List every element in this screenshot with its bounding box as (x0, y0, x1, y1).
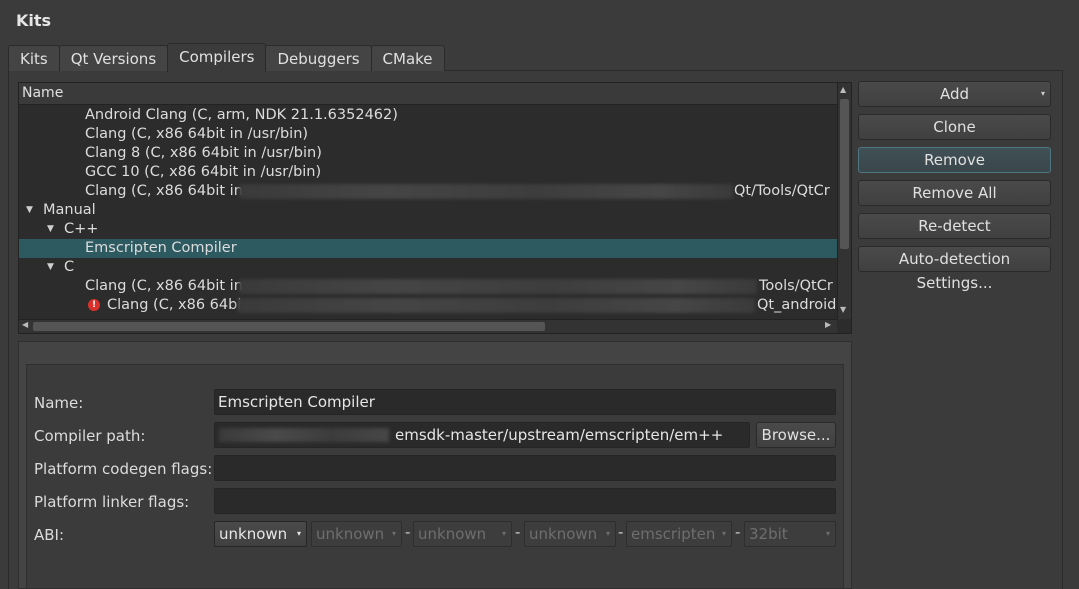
platform-linker-flags-label: Platform linker flags: (34, 493, 190, 511)
add-button[interactable]: Add ▾ (858, 81, 1051, 107)
tree-row-cpp[interactable]: ▼ C++ (19, 220, 837, 239)
tree-row-label: C (64, 259, 75, 275)
tree-row-label: Clang (C, x86 64bit in /usr/bin) (85, 126, 309, 142)
compiler-path-value: emsdk-master/upstream/emscripten/em++ (395, 426, 724, 444)
abi-os-flavor-value: emscripten (631, 525, 716, 543)
dropdown-arrow-icon: ▾ (501, 529, 506, 538)
tab-qt-versions[interactable]: Qt Versions (58, 45, 169, 71)
dropdown-arrow-icon: ▾ (721, 529, 726, 538)
platform-linker-flags-field[interactable] (214, 488, 836, 514)
tab-bar: Kits Qt Versions Compilers Debuggers CMa… (8, 43, 445, 72)
expand-arrow-icon[interactable]: ▼ (47, 220, 54, 239)
tab-kits[interactable]: Kits (8, 45, 60, 71)
tab-compilers[interactable]: Compilers (167, 43, 267, 72)
tree-row[interactable]: Clang (C, x86 64bit in Qt/Tools/QtCr (19, 182, 837, 201)
redacted-path (239, 279, 757, 294)
tree-row[interactable]: Clang (C, x86 64bit in Tools/QtCr (19, 277, 837, 296)
abi-flavor-value: unknown (418, 525, 487, 543)
remove-button[interactable]: Remove (858, 147, 1051, 173)
platform-codegen-flags-field[interactable] (214, 455, 836, 481)
abi-architecture-select[interactable]: unknown ▾ (214, 521, 307, 547)
tree-row-suffix: Tools/QtCr (759, 278, 833, 294)
clone-button[interactable]: Clone (858, 114, 1051, 140)
scroll-up-icon[interactable]: ▲ (840, 85, 846, 94)
platform-codegen-flags-label: Platform codegen flags: (34, 460, 213, 478)
dropdown-arrow-icon: ▾ (296, 529, 301, 538)
error-icon: ! (88, 299, 100, 311)
tree-row-label: C++ (64, 221, 99, 237)
abi-os-select[interactable]: unknown ▾ (311, 521, 402, 547)
tree-row[interactable]: Clang (C, x86 64bit in /usr/bin) (19, 125, 837, 144)
abi-label: ABI: (34, 526, 65, 544)
scrollbar-thumb[interactable] (33, 322, 545, 331)
abi-word-width-value: 32bit (749, 525, 788, 543)
abi-os-value: unknown (316, 525, 385, 543)
redacted-path (239, 184, 733, 199)
tree-row-label: Clang 8 (C, x86 64bit in /usr/bin) (85, 145, 322, 161)
tree-row-suffix: Qt/Tools/QtCr (734, 183, 830, 199)
horizontal-scrollbar[interactable]: ◀ ▶ (19, 319, 837, 333)
tab-cmake[interactable]: CMake (370, 45, 445, 71)
scroll-down-icon[interactable]: ▼ (840, 305, 846, 314)
redetect-button[interactable]: Re-detect (858, 213, 1051, 239)
redacted-path (219, 428, 389, 442)
tree-row[interactable]: GCC 10 (C, x86 64bit in /usr/bin) (19, 163, 837, 182)
dropdown-arrow-icon: ▾ (825, 529, 830, 538)
tree-row-emscripten[interactable]: Emscripten Compiler (19, 239, 837, 258)
add-button-label: Add (939, 85, 970, 103)
abi-separator: - (405, 523, 411, 541)
compiler-path-field[interactable]: emsdk-master/upstream/emscripten/em++ (214, 422, 750, 448)
abi-binary-format-value: unknown (529, 525, 598, 543)
tree-row-manual[interactable]: ▼ Manual (19, 201, 837, 220)
scroll-right-icon[interactable]: ▶ (825, 320, 831, 329)
tree-row[interactable]: Android Clang (C, arm, NDK 21.1.6352462) (19, 106, 837, 125)
compiler-path-label: Compiler path: (34, 427, 146, 445)
kits-options-page: Kits Kits Qt Versions Compilers Debugger… (0, 0, 1079, 589)
remove-all-button[interactable]: Remove All (858, 180, 1051, 206)
dropdown-arrow-icon: ▾ (605, 529, 610, 538)
vertical-scrollbar[interactable]: ▲ ▼ (837, 83, 851, 319)
abi-binary-format-select[interactable]: unknown ▾ (524, 521, 616, 547)
abi-os-flavor-select[interactable]: emscripten ▾ (626, 521, 732, 547)
tree-row-suffix: Qt_android (757, 297, 837, 313)
tree-row[interactable]: ! Clang (C, x86 64bi Qt_android (19, 296, 837, 315)
tree-row-label: Emscripten Compiler (85, 240, 237, 256)
expand-arrow-icon[interactable]: ▼ (26, 201, 33, 220)
browse-button[interactable]: Browse... (756, 422, 836, 448)
tree-row[interactable]: Clang 8 (C, x86 64bit in /usr/bin) (19, 144, 837, 163)
tree-row-label: Clang (C, x86 64bit in (85, 278, 243, 294)
tree-row-c[interactable]: ▼ C (19, 258, 837, 277)
expand-arrow-icon[interactable]: ▼ (47, 258, 54, 277)
abi-separator: - (515, 523, 521, 541)
auto-detection-settings-button[interactable]: Auto-detection Settings... (858, 246, 1051, 292)
tree-row-label: Clang (C, x86 64bit in (85, 183, 243, 199)
column-header-name[interactable]: Name (19, 83, 837, 105)
abi-word-width-select[interactable]: 32bit ▾ (744, 521, 836, 547)
tree-rows: Android Clang (C, arm, NDK 21.1.6352462)… (19, 106, 837, 320)
tree-row-label: GCC 10 (C, x86 64bit in /usr/bin) (85, 164, 322, 180)
abi-flavor-select[interactable]: unknown ▾ (413, 521, 512, 547)
name-field[interactable]: Emscripten Compiler (214, 389, 836, 415)
name-label: Name: (34, 394, 84, 412)
tree-row-label: Manual (43, 202, 96, 218)
abi-separator: - (735, 523, 741, 541)
scrollbar-thumb[interactable] (840, 99, 849, 249)
abi-architecture-value: unknown (219, 525, 288, 543)
tree-row-label: Clang (C, x86 64bi (107, 297, 242, 313)
dropdown-arrow-icon: ▾ (391, 529, 396, 538)
tree-row-label: Android Clang (C, arm, NDK 21.1.6352462) (85, 107, 398, 123)
dropdown-arrow-icon: ▾ (1040, 89, 1045, 98)
compiler-tree[interactable]: Name Android Clang (C, arm, NDK 21.1.635… (18, 82, 852, 334)
abi-separator: - (618, 523, 624, 541)
scroll-left-icon[interactable]: ◀ (22, 320, 28, 329)
page-title: Kits (16, 11, 52, 30)
redacted-path (237, 298, 755, 313)
tab-debuggers[interactable]: Debuggers (265, 45, 372, 71)
